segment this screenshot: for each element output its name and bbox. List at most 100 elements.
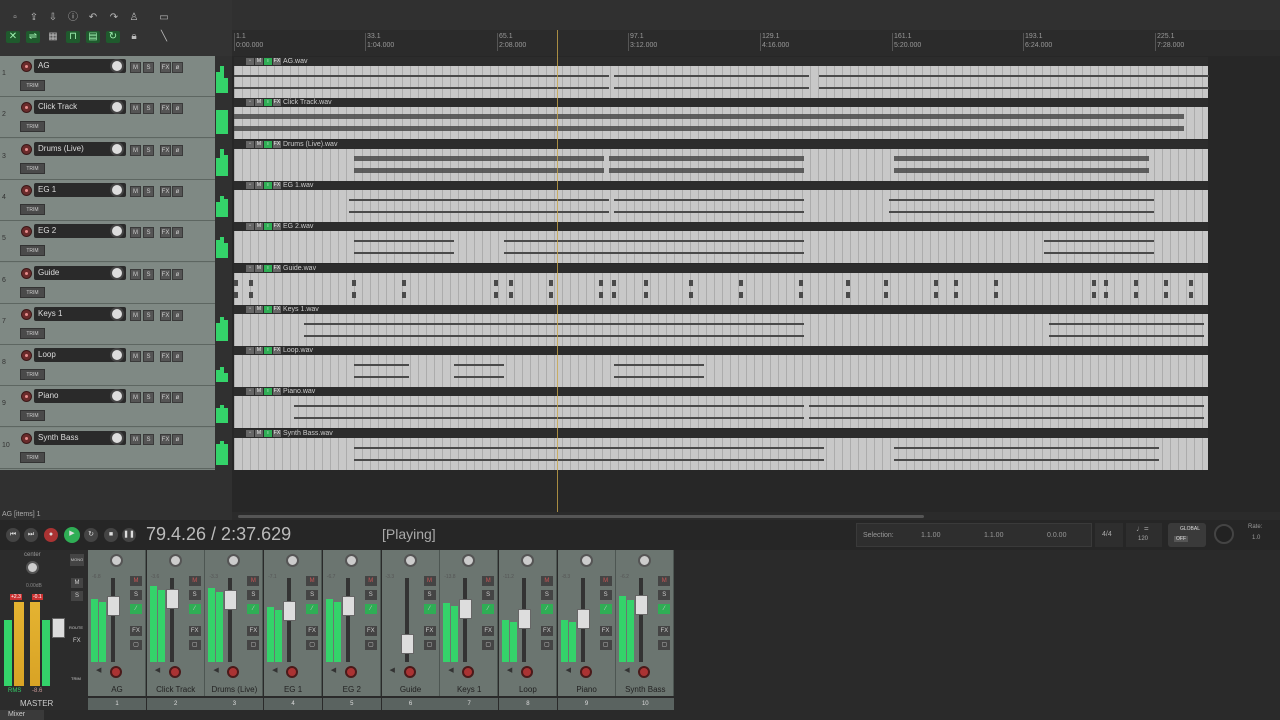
volume-fader[interactable] [283,601,297,621]
send-button[interactable]: ▢ [599,640,612,650]
undo-icon[interactable]: ↶ [86,12,100,24]
record-arm-button[interactable] [21,350,32,362]
mute-button[interactable]: M [130,185,141,197]
volume-fader[interactable] [517,609,531,629]
item-volume-icon[interactable]: ı [264,99,272,107]
solo-button[interactable]: S [540,590,553,600]
fx-button[interactable]: FX [160,227,171,239]
fx-button[interactable]: FX [599,626,612,636]
item-fx-button[interactable]: FX [273,305,281,313]
fx-button[interactable]: FX [482,626,495,636]
item-lock-icon[interactable]: ▫ [246,388,254,396]
mute-button[interactable]: M [130,227,141,239]
item-mute-button[interactable]: M [255,429,263,437]
master-trim-button[interactable]: TRIM [71,676,81,681]
fx-button[interactable]: FX [160,144,171,156]
pan-knob[interactable] [168,554,182,567]
speaker-icon[interactable]: ◀ [448,666,453,674]
master-solo-button[interactable]: S [71,591,83,601]
volume-knob[interactable] [110,182,124,197]
mute-button[interactable]: M [658,576,671,586]
fx-button[interactable]: FX [160,309,171,321]
record-arm-button[interactable] [520,666,533,678]
volume-fader[interactable] [576,609,590,629]
item-mute-button[interactable]: M [255,140,263,148]
solo-button[interactable]: S [143,185,154,197]
phase-button[interactable]: ⁄ [188,604,201,614]
fx-button[interactable]: FX [247,626,260,636]
item-fx-button[interactable]: FX [273,347,281,355]
item-fx-button[interactable]: FX [273,58,281,65]
record-arm-button[interactable] [21,308,32,320]
mute-button[interactable]: M [306,576,319,586]
fx-button[interactable]: FX [540,626,553,636]
trim-button[interactable]: TRIM [20,203,45,215]
record-arm-button[interactable] [110,666,122,678]
trim-button[interactable]: TRIM [20,369,45,381]
phase-button[interactable]: ⁄ [364,604,377,614]
volume-fader[interactable] [165,589,179,609]
fx-button[interactable]: FX [423,626,436,636]
mute-button[interactable]: M [540,576,553,586]
mute-button[interactable]: M [130,309,141,321]
master-fader[interactable] [52,618,65,638]
mute-button[interactable]: M [423,576,436,586]
mute-button[interactable]: M [130,144,141,156]
mute-button[interactable]: M [130,392,141,404]
solo-button[interactable]: S [143,392,154,404]
record-arm-button[interactable] [21,432,32,444]
solo-button[interactable]: S [482,590,495,600]
track-header[interactable]: 8 Loop M S FX ø TRIM [0,345,215,387]
solo-button[interactable]: S [188,590,201,600]
selection-end[interactable]: 1.1.00 [984,532,1003,539]
mute-button[interactable]: M [247,576,260,586]
track-header[interactable]: 10 Synth Bass M S FX ø TRIM [0,427,215,469]
fx-button[interactable]: FX [160,62,171,73]
playrate-knob[interactable] [1214,524,1234,544]
solo-button[interactable]: S [143,351,154,363]
stop-button[interactable]: ■ [104,528,118,542]
pan-knob[interactable] [344,554,358,567]
phase-button[interactable]: ø [172,185,183,197]
item-mute-button[interactable]: M [255,264,263,272]
fx-button[interactable]: FX [658,626,671,636]
item-fx-button[interactable]: FX [273,181,281,189]
solo-button[interactable]: S [306,590,319,600]
item-lock-icon[interactable]: ▫ [246,429,254,437]
mute-button[interactable]: M [130,268,141,280]
go-to-end-icon[interactable]: ⏭ [24,528,38,542]
phase-button[interactable]: ø [172,144,183,156]
solo-button[interactable]: S [143,268,154,280]
fx-button[interactable]: FX [160,268,171,280]
track-header[interactable]: 6 Guide M S FX ø TRIM [0,262,215,304]
speaker-icon[interactable]: ◀ [566,666,571,674]
track-header[interactable]: 2 Click Track M S FX ø TRIM [0,97,215,139]
mute-button[interactable]: M [599,576,612,586]
speaker-icon[interactable]: ◀ [390,666,395,674]
mute-button[interactable]: M [130,351,141,363]
record-arm-button[interactable] [21,102,32,114]
track-header[interactable]: 7 Keys 1 M S FX ø TRIM [0,303,215,345]
fx-button[interactable]: FX [160,392,171,404]
volume-knob[interactable] [110,306,124,321]
speaker-icon[interactable]: ◀ [213,666,218,674]
item-mute-button[interactable]: M [255,347,263,355]
volume-knob[interactable] [110,141,124,156]
track-header[interactable]: 3 Drums (Live) M S FX ø TRIM [0,138,215,180]
pan-knob[interactable] [520,554,534,567]
play-button[interactable]: ▶ [64,527,80,543]
phase-button[interactable]: ø [172,351,183,363]
phase-button[interactable]: ⁄ [247,604,260,614]
pan-knob[interactable] [403,554,417,567]
mute-button[interactable]: M [130,576,142,586]
phase-button[interactable]: ⁄ [306,604,319,614]
project-settings-icon[interactable]: ⓘ [66,12,80,24]
track-header[interactable]: 5 EG 2 M S FX ø TRIM [0,221,215,263]
item-fx-button[interactable]: FX [273,264,281,272]
item-volume-icon[interactable]: ı [264,223,272,231]
phase-button[interactable]: ø [172,392,183,404]
media-item[interactable]: ▫ M ı FX Keys 1.wav [234,304,1208,346]
solo-button[interactable]: S [658,590,671,600]
fx-button[interactable]: FX [364,626,377,636]
master-mono-button[interactable]: MONO [70,554,84,566]
